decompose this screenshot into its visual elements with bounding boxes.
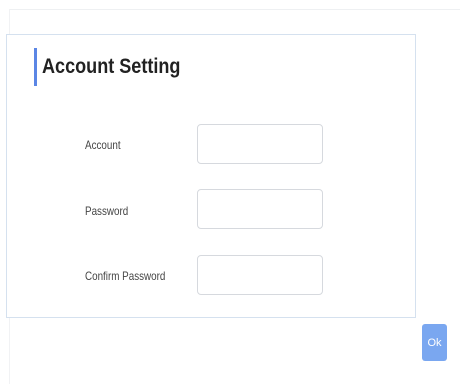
account-label: Account xyxy=(85,138,121,152)
account-input[interactable] xyxy=(197,124,323,164)
confirm-password-input[interactable] xyxy=(197,255,323,295)
top-divider xyxy=(9,9,460,10)
page: Account Setting Account Password Confirm… xyxy=(0,0,467,387)
title-accent-bar xyxy=(34,48,37,86)
panel-title: Account Setting xyxy=(42,55,181,78)
password-input[interactable] xyxy=(197,189,323,229)
ok-button[interactable]: Ok xyxy=(422,324,447,361)
account-setting-panel: Account Setting Account Password Confirm… xyxy=(6,34,416,318)
password-label: Password xyxy=(85,204,129,218)
confirm-password-label: Confirm Password xyxy=(85,269,166,283)
